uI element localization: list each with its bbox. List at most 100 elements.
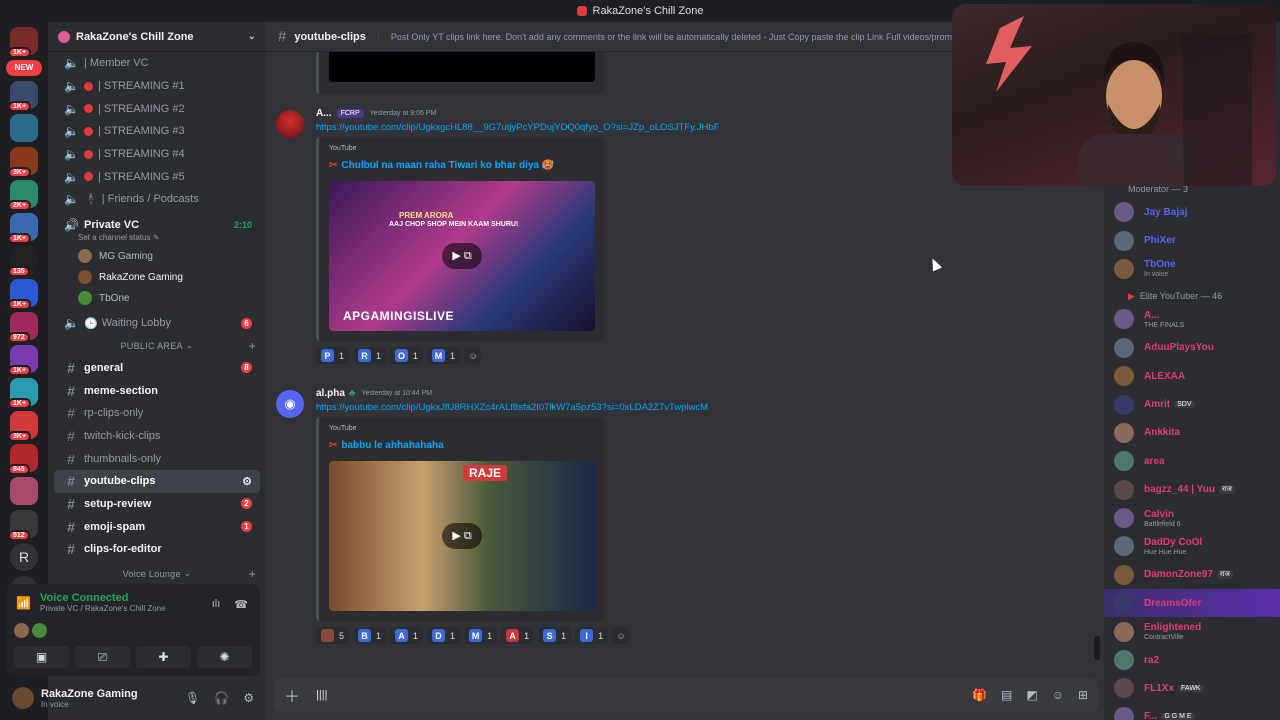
member-item[interactable]: bagzz_44 | Yuu राज [1104, 476, 1280, 504]
reaction[interactable]: A1 [501, 627, 535, 644]
camera-button[interactable]: ▣ [14, 646, 69, 668]
screen-share-button[interactable]: ⎚ [75, 646, 130, 668]
voice-user[interactable]: RakaZone Gaming [48, 267, 266, 288]
emoji-icon[interactable]: ☺ [1052, 688, 1064, 702]
gif-icon[interactable]: ▤ [1001, 688, 1012, 702]
reaction[interactable]: M1 [464, 627, 498, 644]
disconnect-icon[interactable]: ☎ [234, 598, 248, 611]
channel-voice[interactable]: 🔈 | STREAMING #1 [54, 75, 260, 98]
channel-voice[interactable]: 🔈 | STREAMING #3 [54, 120, 260, 143]
channel-status-prompt[interactable]: Set a channel status ✎ [48, 233, 266, 242]
embed-provider[interactable]: YouTube [329, 425, 594, 432]
add-channel-icon[interactable]: + [249, 567, 256, 581]
voice-user[interactable]: MG Gaming [48, 246, 266, 267]
server-icon[interactable] [10, 477, 38, 505]
member-item[interactable]: Enlightened ContractVille [1104, 617, 1280, 645]
reaction[interactable]: D1 [427, 627, 461, 644]
headphones-icon[interactable]: 🎧 [214, 691, 229, 705]
channel-voice[interactable]: 🔈 | STREAMING #4 [54, 143, 260, 166]
activities-button[interactable]: ✚ [136, 646, 191, 668]
add-attachment-icon[interactable]: ＋ [284, 683, 300, 707]
member-item[interactable]: Ankkita [1104, 419, 1280, 447]
channel-twitch-kick-clips[interactable]: # twitch-kick-clips [54, 425, 260, 448]
message-author[interactable]: A... [316, 108, 332, 119]
message-author[interactable]: al.pha [316, 388, 345, 399]
channel-waiting-lobby[interactable]: 🔈 🕒 Waiting Lobby 6 [54, 312, 260, 335]
server-icon[interactable]: 512 [8, 510, 38, 541]
member-item[interactable]: FL1Xx FAWK [1104, 674, 1280, 702]
server-icon[interactable]: 845 [8, 444, 38, 475]
video-thumbnail[interactable]: PREM ARORA AAJ CHOP SHOP MEIN KAAM SHURU… [329, 181, 595, 331]
server-icon[interactable] [10, 114, 38, 142]
member-item[interactable]: Calvin Battlefield 6 [1104, 504, 1280, 532]
server-tag[interactable]: FCRP [336, 109, 364, 118]
server-icon[interactable]: 972 [8, 312, 38, 343]
gift-icon[interactable]: 🎁 [972, 688, 987, 702]
server-icon[interactable]: 3K+ [8, 411, 38, 442]
add-reaction-icon[interactable]: ☺ [464, 347, 483, 364]
reaction[interactable]: S1 [538, 627, 572, 644]
channel-thumbnails-only[interactable]: # thumbnails-only [54, 447, 260, 470]
user-name[interactable]: RakaZone Gaming [41, 688, 138, 700]
channel-emoji-spam[interactable]: # emoji-spam 1 [54, 515, 260, 538]
add-channel-icon[interactable]: + [249, 339, 256, 353]
server-icon[interactable]: 2K+ [8, 180, 38, 211]
server-header[interactable]: RakaZone's Chill Zone ⌄ [48, 22, 266, 52]
member-item[interactable]: A... THE FINALS [1104, 305, 1280, 333]
member-item[interactable]: Jay Bajaj [1104, 198, 1280, 226]
member-item[interactable]: DadDy CoOl Hue Hue Hue [1104, 532, 1280, 560]
server-icon[interactable]: 135 [8, 246, 38, 277]
avatar[interactable] [12, 687, 34, 709]
sticker-icon[interactable]: ◩ [1026, 688, 1037, 702]
discord-avatar-icon[interactable]: ◉ [276, 390, 304, 418]
member-item[interactable]: PhiXer [1104, 226, 1280, 254]
embed-provider[interactable]: YouTube [329, 145, 594, 152]
server-icon[interactable]: 1K+ [8, 213, 38, 244]
message-composer[interactable]: ＋ |||| 🎁 ▤ ◩ ☺ ⊞ [274, 678, 1098, 712]
avatar[interactable] [276, 110, 304, 138]
microphone-icon[interactable]: 🎙 [185, 691, 200, 705]
server-icon[interactable]: 3K+ [8, 147, 38, 178]
server-icon[interactable]: 1K+ [8, 345, 38, 376]
channel-settings-icon[interactable]: ⚙ [242, 475, 252, 488]
apps-icon[interactable]: ⊞ [1078, 688, 1088, 702]
avatar[interactable] [32, 623, 47, 638]
member-item[interactable]: F... G G M E [1104, 703, 1280, 720]
channel-general[interactable]: # general 8 [54, 357, 260, 380]
new-badge[interactable]: NEW [6, 60, 42, 76]
composer-input[interactable]: |||| [316, 689, 327, 701]
reaction[interactable]: R1 [353, 347, 387, 364]
reaction[interactable]: B1 [353, 627, 387, 644]
channel-voice[interactable]: 🔈 | Member VC [54, 52, 260, 75]
channel-clips-for-editor[interactable]: # clips-for-editor [54, 538, 260, 561]
embed-title[interactable]: babbu le ahhahahaha [341, 440, 443, 451]
member-item[interactable]: ra2 [1104, 646, 1280, 674]
channel-voice[interactable]: 🔈 🕴 | Friends / Podcasts [54, 188, 260, 211]
reaction[interactable]: P1 [316, 347, 350, 364]
server-icon[interactable]: 1K+ [8, 279, 38, 310]
avatar[interactable] [14, 623, 29, 638]
embed-title[interactable]: Chulbul na maan raha Tiwari ko bhar diya… [341, 160, 554, 171]
add-reaction-icon[interactable]: ☺ [612, 627, 631, 644]
category-voice-lounge[interactable]: Voice Lounge ⌄ + [48, 563, 266, 585]
member-item[interactable]: Amrit SDV [1104, 390, 1280, 418]
chevron-down-icon[interactable]: ⌄ [248, 31, 256, 42]
member-item[interactable]: ALEXAA [1104, 362, 1280, 390]
channel-topic[interactable]: Post Only YT clips link here. Don't add … [377, 31, 960, 42]
reaction[interactable]: I1 [575, 627, 609, 644]
server-icon[interactable]: 1K+ [8, 27, 38, 58]
embed-thumbnail[interactable] [329, 52, 595, 82]
channel-meme-section[interactable]: # meme-section [54, 379, 260, 402]
play-icon[interactable]: ▶ ⧉ [442, 523, 482, 549]
server-icon[interactable]: 1K+ [8, 378, 38, 409]
reaction[interactable]: O1 [390, 347, 424, 364]
noise-suppression-icon[interactable]: ılı [212, 598, 221, 611]
play-icon[interactable]: ▶ ⧉ [442, 243, 482, 269]
member-item[interactable]: TbOne In voice [1104, 255, 1280, 283]
member-item[interactable]: AduuPlaysYou [1104, 334, 1280, 362]
gear-icon[interactable]: ⚙ [243, 691, 254, 705]
voice-user[interactable]: TbOne [48, 288, 266, 309]
scrollbar-thumb[interactable] [1094, 636, 1100, 660]
reaction[interactable]: A1 [390, 627, 424, 644]
channel-youtube-clips[interactable]: # youtube-clips ⚙ [54, 469, 260, 493]
